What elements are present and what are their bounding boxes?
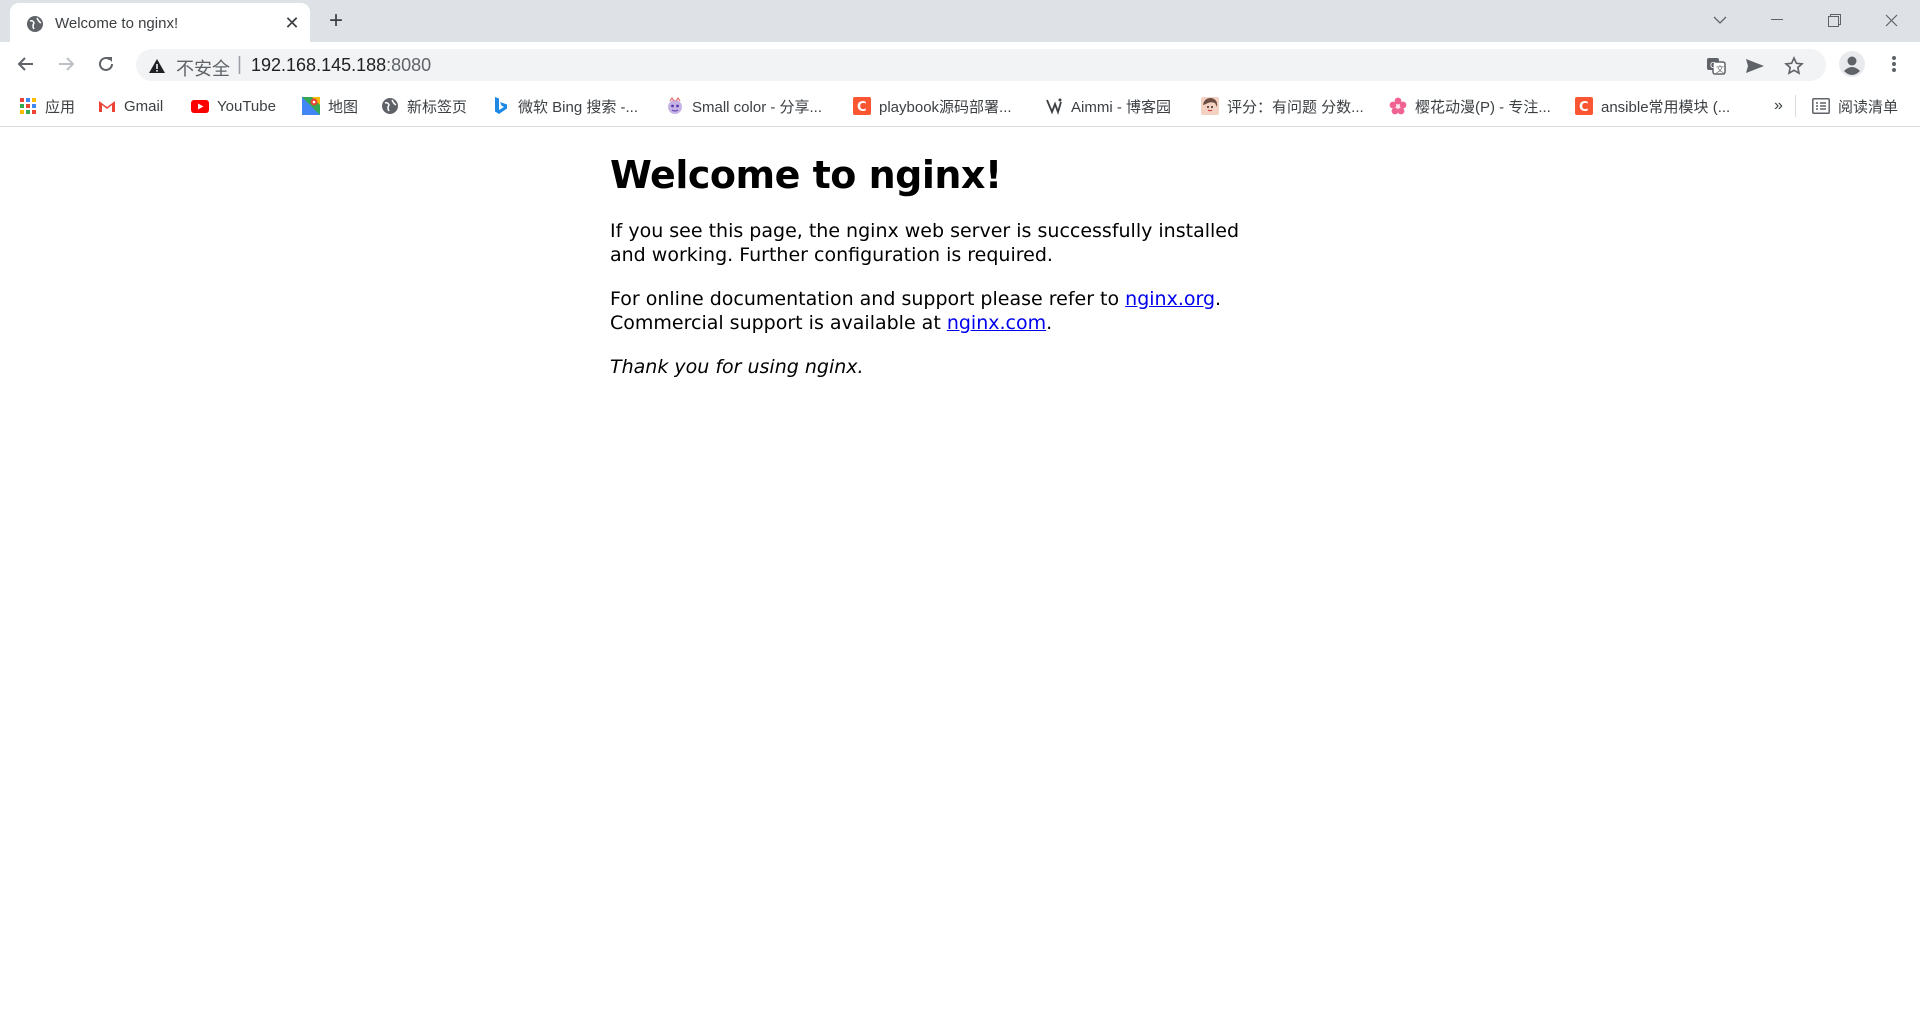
docs-text: For online documentation and support ple…	[610, 288, 1126, 310]
forward-button[interactable]	[50, 48, 82, 80]
page-viewport: Welcome to nginx! If you see this page, …	[0, 127, 1920, 1030]
bookmarks-bar: 应用 Gmail YouTube 地图 新标签页 微软 Bing 搜索 -...	[0, 86, 1920, 127]
bookmark-star-icon[interactable]	[1781, 53, 1807, 79]
security-label[interactable]: 不安全	[176, 55, 230, 81]
reading-list-button[interactable]: 阅读清单	[1812, 94, 1898, 118]
reading-list-label: 阅读清单	[1838, 98, 1899, 116]
csdn-icon: C	[1575, 97, 1593, 115]
csdn-icon: C	[853, 97, 871, 115]
docs-paragraph: For online documentation and support ple…	[610, 287, 1250, 335]
tab-active[interactable]: Welcome to nginx! ✕	[10, 3, 310, 42]
small-color-icon	[666, 97, 684, 115]
send-icon[interactable]	[1742, 53, 1768, 79]
commercial-period: .	[1046, 312, 1053, 334]
address-bar[interactable]: 不安全 | 192.168.145.188:8080 G文	[136, 49, 1826, 81]
bookmarks-divider	[1795, 95, 1796, 117]
apps-grid-icon	[19, 97, 37, 115]
reload-button[interactable]	[90, 48, 122, 80]
bookmark-youtube[interactable]: YouTube	[191, 94, 276, 118]
bookmark-label: 新标签页	[407, 98, 468, 116]
bookmarks-overflow-button[interactable]: »	[1774, 94, 1783, 118]
restore-icon[interactable]	[1814, 6, 1854, 34]
bookmark-sakura[interactable]: 樱花动漫(P) - 专注...	[1389, 94, 1551, 118]
bookmark-playbook[interactable]: C playbook源码部署...	[853, 94, 1012, 118]
url-host: 192.168.145.188	[251, 55, 387, 75]
bookmark-small-color[interactable]: Small color - 分享...	[666, 94, 822, 118]
warning-icon[interactable]	[148, 57, 166, 75]
nginx-com-link[interactable]: nginx.com	[947, 312, 1046, 334]
bookmark-gmail[interactable]: Gmail	[98, 94, 163, 118]
bookmark-label: 评分：有问题 分数...	[1227, 98, 1364, 116]
intro-paragraph: If you see this page, the nginx web serv…	[610, 220, 1240, 266]
bookmark-bing[interactable]: 微软 Bing 搜索 -...	[492, 94, 638, 118]
bookmark-label: YouTube	[217, 97, 276, 115]
new-tab-button[interactable]: +	[322, 7, 350, 35]
svg-text:C: C	[857, 100, 867, 115]
avatar-icon	[1201, 97, 1219, 115]
bookmark-label: 应用	[45, 98, 76, 116]
tab-title: Welcome to nginx!	[55, 15, 179, 32]
tab-search-icon[interactable]	[1700, 6, 1740, 34]
bookmark-label: 樱花动漫(P) - 专注...	[1415, 98, 1551, 116]
tab-strip: Welcome to nginx! ✕ +	[0, 0, 1920, 42]
reading-list-icon	[1812, 97, 1830, 115]
commercial-text: Commercial support is available at	[610, 312, 947, 334]
tab-close-icon[interactable]: ✕	[280, 11, 304, 35]
svg-text:C: C	[1579, 100, 1589, 115]
url-port: :8080	[386, 55, 432, 75]
bookmark-label: Small color - 分享...	[692, 98, 823, 116]
maps-icon	[302, 97, 320, 115]
bookmark-rating[interactable]: 评分：有问题 分数...	[1201, 94, 1364, 118]
toolbar: 不安全 | 192.168.145.188:8080 G文	[0, 42, 1920, 86]
bookmark-label: Gmail	[124, 97, 164, 115]
bookmark-ansible[interactable]: C ansible常用模块 (...	[1575, 94, 1730, 118]
back-button[interactable]	[10, 48, 42, 80]
menu-icon[interactable]	[1878, 48, 1910, 80]
close-window-icon[interactable]	[1871, 6, 1911, 34]
bookmark-label: playbook源码部署...	[879, 98, 1012, 116]
youtube-icon	[191, 97, 209, 115]
bookmark-label: 地图	[328, 98, 359, 116]
translate-icon[interactable]: G文	[1703, 53, 1729, 79]
bookmark-label: ansible常用模块 (...	[1601, 98, 1731, 116]
globe-icon	[26, 15, 44, 33]
bookmark-newtab[interactable]: 新标签页	[381, 94, 467, 118]
address-separator: |	[237, 54, 242, 75]
sakura-icon	[1389, 97, 1407, 115]
thanks-text: Thank you for using nginx.	[610, 356, 864, 378]
page-heading: Welcome to nginx!	[610, 153, 1002, 197]
profile-avatar-icon[interactable]	[1836, 48, 1868, 80]
nginx-welcome-content: Welcome to nginx! If you see this page, …	[610, 153, 1250, 399]
bookmark-aimmi[interactable]: Aimmi - 博客园	[1045, 94, 1171, 118]
aimmi-icon	[1045, 97, 1063, 115]
docs-period: .	[1215, 288, 1222, 310]
nginx-org-link[interactable]: nginx.org	[1125, 288, 1215, 310]
url-text[interactable]: 192.168.145.188:8080	[251, 55, 431, 76]
minimize-icon[interactable]	[1757, 6, 1797, 34]
globe-icon	[381, 97, 399, 115]
bing-icon	[492, 97, 510, 115]
bookmark-maps[interactable]: 地图	[302, 94, 358, 118]
gmail-icon	[98, 97, 116, 115]
bookmark-apps[interactable]: 应用	[19, 94, 75, 118]
svg-text:文: 文	[1716, 64, 1724, 74]
bookmark-label: Aimmi - 博客园	[1071, 98, 1171, 116]
bookmark-label: 微软 Bing 搜索 -...	[518, 98, 639, 116]
